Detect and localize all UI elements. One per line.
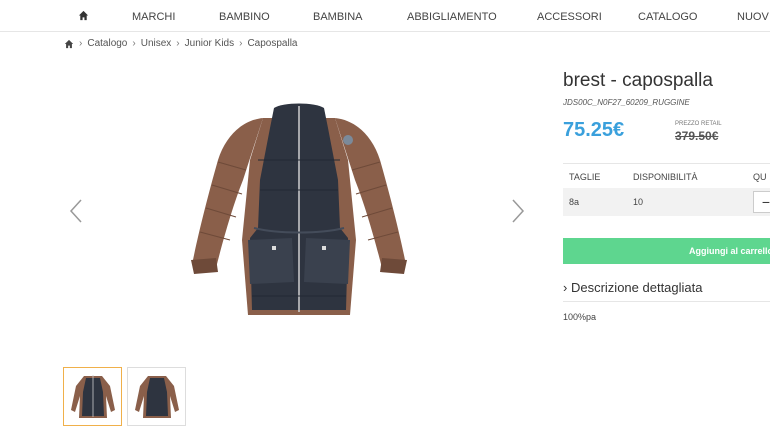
description-toggle-label: Descrizione dettagliata [570, 280, 703, 295]
thumbnail-image [135, 376, 179, 418]
nav-item-catalogo[interactable]: CATALOGO [638, 11, 698, 23]
divider [563, 301, 770, 302]
add-to-cart-label: Aggiungi al carrello [689, 246, 770, 256]
add-to-cart-button[interactable]: Aggiungi al carrello [563, 238, 770, 264]
thumbnail-strip [63, 367, 186, 426]
availability-header: DISPONIBILITÀ [633, 172, 698, 182]
breadcrumb-separator: › [239, 38, 243, 49]
size-header: TAGLIE [569, 172, 601, 182]
thumbnail-1[interactable] [63, 367, 122, 426]
chevron-right-icon: › [563, 280, 568, 295]
breadcrumb-unisex[interactable]: Unisex [141, 38, 172, 49]
product-sku: JDS00C_N0F27_60209_RUGGINE [563, 98, 690, 107]
product-info: brest - capospalla JDS00C_N0F27_60209_RU… [563, 70, 770, 322]
nav-item-bambino[interactable]: BAMBINO [219, 11, 270, 23]
nav-item-nuovi[interactable]: NUOV [737, 11, 769, 23]
price-row: 75.25€ PREZZO RETAIL 379.50€ [563, 117, 770, 157]
breadcrumb-junior-kids[interactable]: Junior Kids [185, 38, 234, 49]
nav-item-bambina[interactable]: BAMBINA [313, 11, 363, 23]
breadcrumb-separator: › [79, 38, 83, 49]
chevron-right-icon[interactable] [510, 198, 526, 224]
table-row: 8a 10 − [563, 188, 770, 216]
retail-price-label: PREZZO RETAIL [675, 121, 722, 127]
availability-value: 10 [633, 197, 644, 207]
breadcrumb-separator: › [176, 38, 180, 49]
size-table: TAGLIE DISPONIBILITÀ QU 8a 10 − [563, 163, 770, 216]
breadcrumb-capospalla[interactable]: Capospalla [247, 38, 297, 49]
nav-item-marchi[interactable]: MARCHI [132, 11, 175, 23]
home-icon[interactable] [78, 10, 89, 21]
top-navigation: MARCHI BAMBINO BAMBINA ABBIGLIAMENTO ACC… [0, 0, 770, 32]
breadcrumb-separator: › [132, 38, 136, 49]
chevron-left-icon[interactable] [68, 198, 84, 224]
quantity-minus-button[interactable]: − [753, 191, 770, 213]
home-icon[interactable] [64, 39, 74, 49]
thumbnail-image [71, 375, 115, 418]
size-value: 8a [569, 197, 580, 207]
nav-item-abbigliamento[interactable]: ABBIGLIAMENTO [407, 11, 497, 23]
product-title: brest - capospalla [563, 70, 713, 91]
quantity-header: QU [753, 172, 767, 182]
thumbnail-2[interactable] [127, 367, 186, 426]
nav-item-accessori[interactable]: ACCESSORI [537, 11, 602, 23]
breadcrumb-catalogo[interactable]: Catalogo [87, 38, 127, 49]
description-toggle[interactable]: › Descrizione dettagliata [563, 280, 703, 295]
retail-price: 379.50€ [675, 129, 719, 143]
product-price: 75.25€ [563, 119, 625, 141]
description-text: 100%pa [563, 312, 597, 322]
product-gallery [60, 60, 540, 360]
breadcrumb: › Catalogo › Unisex › Junior Kids › Capo… [64, 38, 298, 49]
product-image [191, 103, 407, 315]
